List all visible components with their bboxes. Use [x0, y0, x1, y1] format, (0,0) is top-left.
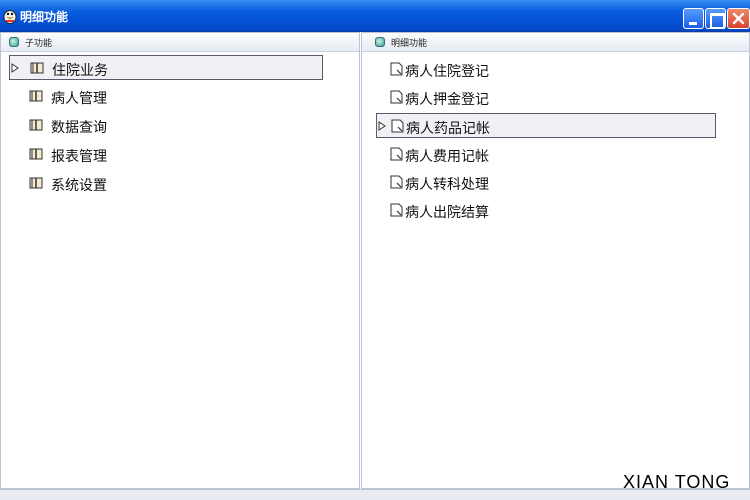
tree-item-label: 报表管理 [51, 149, 107, 165]
sub-function-header-label: 子功能 [25, 39, 53, 49]
detail-function-header-label: 明细功能 [391, 39, 428, 49]
document-icon [390, 62, 403, 76]
document-icon [390, 203, 403, 217]
detail-item-admission-registration[interactable]: 病人住院登记 [376, 57, 716, 82]
detail-item-label: 病人费用记帐 [405, 149, 489, 165]
minimize-button[interactable] [683, 8, 704, 29]
detail-item-label: 病人出院结算 [405, 205, 489, 221]
tree-item-system-settings[interactable]: 系统设置 [9, 171, 323, 196]
tree-item-label: 数据查询 [51, 120, 107, 136]
detail-item-deposit-registration[interactable]: 病人押金登记 [376, 85, 716, 110]
detail-function-panel: 明细功能 病人住院登记 病人押金登记 病人药品记帐 病人费用记帐 病人转科处理 … [361, 32, 750, 489]
detail-item-discharge-settlement[interactable]: 病人出院结算 [376, 198, 716, 223]
detail-item-label: 病人押金登记 [405, 92, 489, 108]
selection-arrow-icon [378, 121, 386, 131]
detail-function-header: 明细功能 [362, 33, 749, 52]
sub-function-panel: 子功能 住院业务 病人管理 数据查询 报表管理 系统设置 [0, 32, 360, 489]
detail-item-drug-billing[interactable]: 病人药品记帐 [376, 113, 716, 138]
document-icon [390, 175, 403, 189]
maximize-button[interactable] [705, 8, 726, 29]
book-icon [30, 62, 44, 74]
app-window: 明细功能 子功能 住院业务 病人管理 数据查询 报表管理 系统设置 明细功能 病… [0, 0, 750, 500]
document-icon [390, 147, 403, 161]
detail-item-department-transfer[interactable]: 病人转科处理 [376, 170, 716, 195]
detail-item-label: 病人药品记帐 [406, 121, 490, 137]
document-icon [390, 90, 403, 104]
watermark-text: XIAN TONG [623, 472, 731, 492]
book-icon [29, 90, 43, 102]
sub-function-header: 子功能 [1, 33, 359, 52]
book-icon [29, 148, 43, 160]
tree-item-data-query[interactable]: 数据查询 [9, 113, 323, 138]
book-icon [29, 119, 43, 131]
close-button[interactable] [727, 8, 750, 29]
tree-item-label: 病人管理 [51, 91, 107, 107]
window-title: 明细功能 [20, 10, 69, 24]
document-icon [391, 119, 404, 133]
panel-header-icon [9, 37, 19, 47]
tree-item-report-management[interactable]: 报表管理 [9, 142, 323, 167]
panel-header-icon [375, 37, 385, 47]
detail-item-label: 病人住院登记 [405, 64, 489, 80]
close-icon [732, 12, 745, 25]
detail-item-label: 病人转科处理 [405, 177, 489, 193]
selection-arrow-icon [11, 63, 19, 73]
tree-item-label: 系统设置 [51, 178, 107, 194]
tree-item-inpatient-business[interactable]: 住院业务 [9, 55, 323, 80]
detail-item-expense-billing[interactable]: 病人费用记帐 [376, 142, 716, 167]
title-bar[interactable]: 明细功能 [0, 0, 750, 32]
app-logo-icon[interactable] [3, 8, 17, 24]
book-icon [29, 177, 43, 189]
tree-item-patient-management[interactable]: 病人管理 [9, 84, 323, 109]
tree-item-label: 住院业务 [52, 63, 108, 79]
